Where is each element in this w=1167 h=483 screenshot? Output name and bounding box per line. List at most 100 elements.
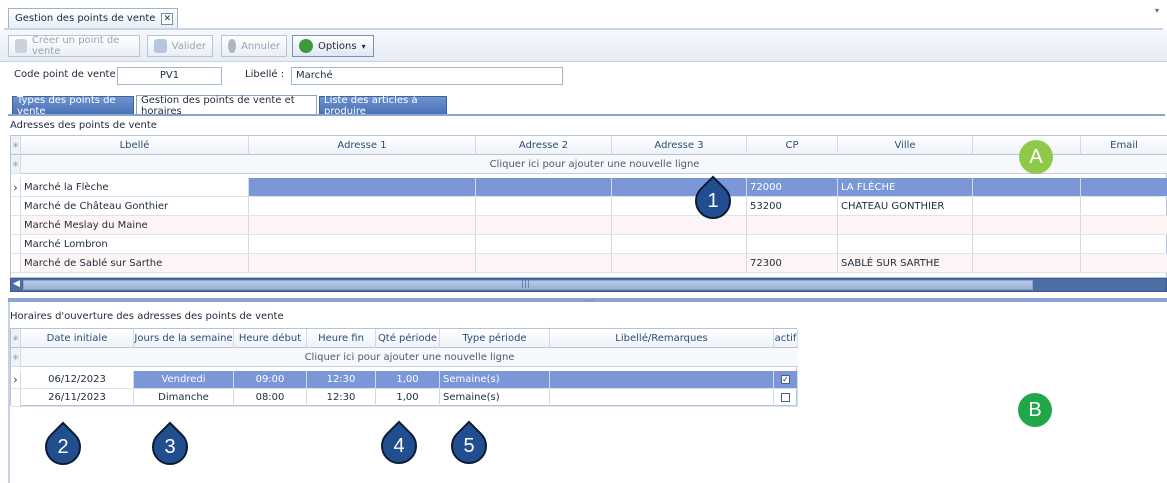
add-address-row[interactable]: ✳ Cliquer ici pour ajouter une nouvelle … <box>11 155 1167 174</box>
libelle-field[interactable]: Marché <box>291 67 563 85</box>
cell-jour[interactable]: Dimanche <box>134 389 234 407</box>
cell-unnamed[interactable] <box>973 178 1081 197</box>
col-heure-debut[interactable]: Heure début <box>234 329 307 348</box>
tab-underline <box>8 114 1165 116</box>
col-heure-fin[interactable]: Heure fin <box>307 329 376 348</box>
cell-remarques[interactable] <box>550 389 774 407</box>
active-checkbox[interactable]: ✓ <box>781 375 790 384</box>
table-row[interactable]: Marché de Sablé sur Sarthe 72300 SABLÉ S… <box>11 254 1167 273</box>
col-type[interactable]: Type période <box>440 329 550 348</box>
cell-unnamed[interactable] <box>973 235 1081 254</box>
cell-qte[interactable]: 1,00 <box>376 371 440 389</box>
col-actif[interactable]: actif <box>774 329 798 348</box>
col-remarques[interactable]: Libellé/Remarques <box>550 329 774 348</box>
cell-email[interactable] <box>1081 197 1167 216</box>
cell-adresse2[interactable] <box>476 235 612 254</box>
create-point-of-sale-button[interactable]: Créer un point de vente <box>8 35 140 57</box>
cell-cp[interactable]: 72000 <box>747 178 838 197</box>
cell-libelle[interactable]: Marché la Flèche <box>21 178 249 197</box>
col-jours[interactable]: Jours de la semaine <box>134 329 234 348</box>
col-libelle[interactable]: Lbellé <box>21 136 249 155</box>
cell-qte[interactable]: 1,00 <box>376 389 440 407</box>
cell-ville[interactable]: CHATEAU GONTHIER <box>838 197 973 216</box>
options-button[interactable]: Options ▾ <box>292 35 374 57</box>
table-row[interactable]: Marché Meslay du Maine <box>11 216 1167 235</box>
table-row[interactable]: › 06/12/2023 Vendredi 09:00 12:30 1,00 S… <box>11 371 798 389</box>
cell-actif[interactable]: ✓ <box>774 371 798 389</box>
cell-email[interactable] <box>1081 235 1167 254</box>
tab-types[interactable]: Types des points de vente <box>12 95 134 117</box>
cell-cp[interactable]: 72300 <box>747 254 838 273</box>
cell-remarques[interactable] <box>550 371 774 389</box>
cell-email[interactable] <box>1081 178 1167 197</box>
cell-libelle[interactable]: Marché de Sablé sur Sarthe <box>21 254 249 273</box>
table-row[interactable]: Marché Lombron <box>11 235 1167 254</box>
table-row[interactable]: Marché de Château Gonthier 53200 CHATEAU… <box>11 197 1167 216</box>
table-row[interactable]: › Marché la Flèche 72000 LA FLÈCHE <box>11 178 1167 197</box>
cell-adresse2[interactable] <box>476 216 612 235</box>
cell-jour[interactable]: Vendredi <box>134 371 234 389</box>
col-email[interactable]: Email <box>1081 136 1167 155</box>
cell-ville[interactable] <box>838 216 973 235</box>
code-label: Code point de vente : <box>14 69 123 80</box>
cell-type[interactable]: Semaine(s) <box>440 371 550 389</box>
save-icon <box>154 39 167 53</box>
cell-email[interactable] <box>1081 216 1167 235</box>
cell-debut[interactable]: 08:00 <box>234 389 307 407</box>
cell-libelle[interactable]: Marché de Château Gonthier <box>21 197 249 216</box>
scroll-left-icon[interactable]: ◀ <box>13 279 20 289</box>
cell-adresse1[interactable] <box>249 178 476 197</box>
col-adresse1[interactable]: Adresse 1 <box>249 136 476 155</box>
cell-actif[interactable] <box>774 389 798 407</box>
chevron-down-icon[interactable]: ▾ <box>1155 6 1159 15</box>
add-hours-row[interactable]: ✳ Cliquer ici pour ajouter une nouvelle … <box>11 348 798 367</box>
cell-date[interactable]: 06/12/2023 <box>21 371 134 389</box>
cell-email[interactable] <box>1081 254 1167 273</box>
cell-date[interactable]: 26/11/2023 <box>21 389 134 407</box>
cell-type[interactable]: Semaine(s) <box>440 389 550 407</box>
cell-ville[interactable]: LA FLÈCHE <box>838 178 973 197</box>
indicator-icon: ✳ <box>11 136 21 155</box>
document-tab[interactable]: Gestion des points de vente ✕ <box>8 8 179 28</box>
cell-adresse1[interactable] <box>249 235 476 254</box>
cell-ville[interactable] <box>838 235 973 254</box>
cell-libelle[interactable]: Marché Lombron <box>21 235 249 254</box>
cell-unnamed[interactable] <box>973 216 1081 235</box>
cell-adresse1[interactable] <box>249 197 476 216</box>
col-ville[interactable]: Ville <box>838 136 973 155</box>
cell-debut[interactable]: 09:00 <box>234 371 307 389</box>
cell-adresse3[interactable] <box>612 254 747 273</box>
cell-cp[interactable] <box>747 235 838 254</box>
tab-gestion[interactable]: Gestion des points de vente et horaires <box>136 95 317 117</box>
col-cp[interactable]: CP <box>747 136 838 155</box>
validate-button[interactable]: Valider <box>147 35 213 57</box>
header-fields: Code point de vente : PV1 Libellé : Marc… <box>0 62 1167 92</box>
cell-adresse3[interactable] <box>612 216 747 235</box>
code-field[interactable]: PV1 <box>117 67 222 85</box>
cell-unnamed[interactable] <box>973 254 1081 273</box>
col-adresse3[interactable]: Adresse 3 <box>612 136 747 155</box>
cell-libelle[interactable]: Marché Meslay du Maine <box>21 216 249 235</box>
cell-adresse1[interactable] <box>249 254 476 273</box>
cell-cp[interactable]: 53200 <box>747 197 838 216</box>
col-date[interactable]: Date initiale <box>21 329 134 348</box>
table-row[interactable]: 26/11/2023 Dimanche 08:00 12:30 1,00 Sem… <box>11 389 798 407</box>
cell-ville[interactable]: SABLÉ SUR SARTHE <box>838 254 973 273</box>
cell-adresse2[interactable] <box>476 197 612 216</box>
cell-unnamed[interactable] <box>973 197 1081 216</box>
cell-adresse2[interactable] <box>476 254 612 273</box>
cell-fin[interactable]: 12:30 <box>307 371 376 389</box>
splitter-grip-icon: .... <box>585 295 594 303</box>
cell-fin[interactable]: 12:30 <box>307 389 376 407</box>
horizontal-scrollbar[interactable]: ◀ ||| <box>10 278 1167 292</box>
cancel-button[interactable]: Annuler <box>221 35 287 57</box>
cell-adresse3[interactable] <box>612 235 747 254</box>
tab-articles[interactable]: Liste des articles à produire <box>319 95 447 117</box>
close-icon[interactable]: ✕ <box>161 12 174 25</box>
col-adresse2[interactable]: Adresse 2 <box>476 136 612 155</box>
col-qte[interactable]: Qté période <box>376 329 440 348</box>
cell-adresse2[interactable] <box>476 178 612 197</box>
active-checkbox[interactable] <box>781 393 790 402</box>
cell-cp[interactable] <box>747 216 838 235</box>
cell-adresse1[interactable] <box>249 216 476 235</box>
